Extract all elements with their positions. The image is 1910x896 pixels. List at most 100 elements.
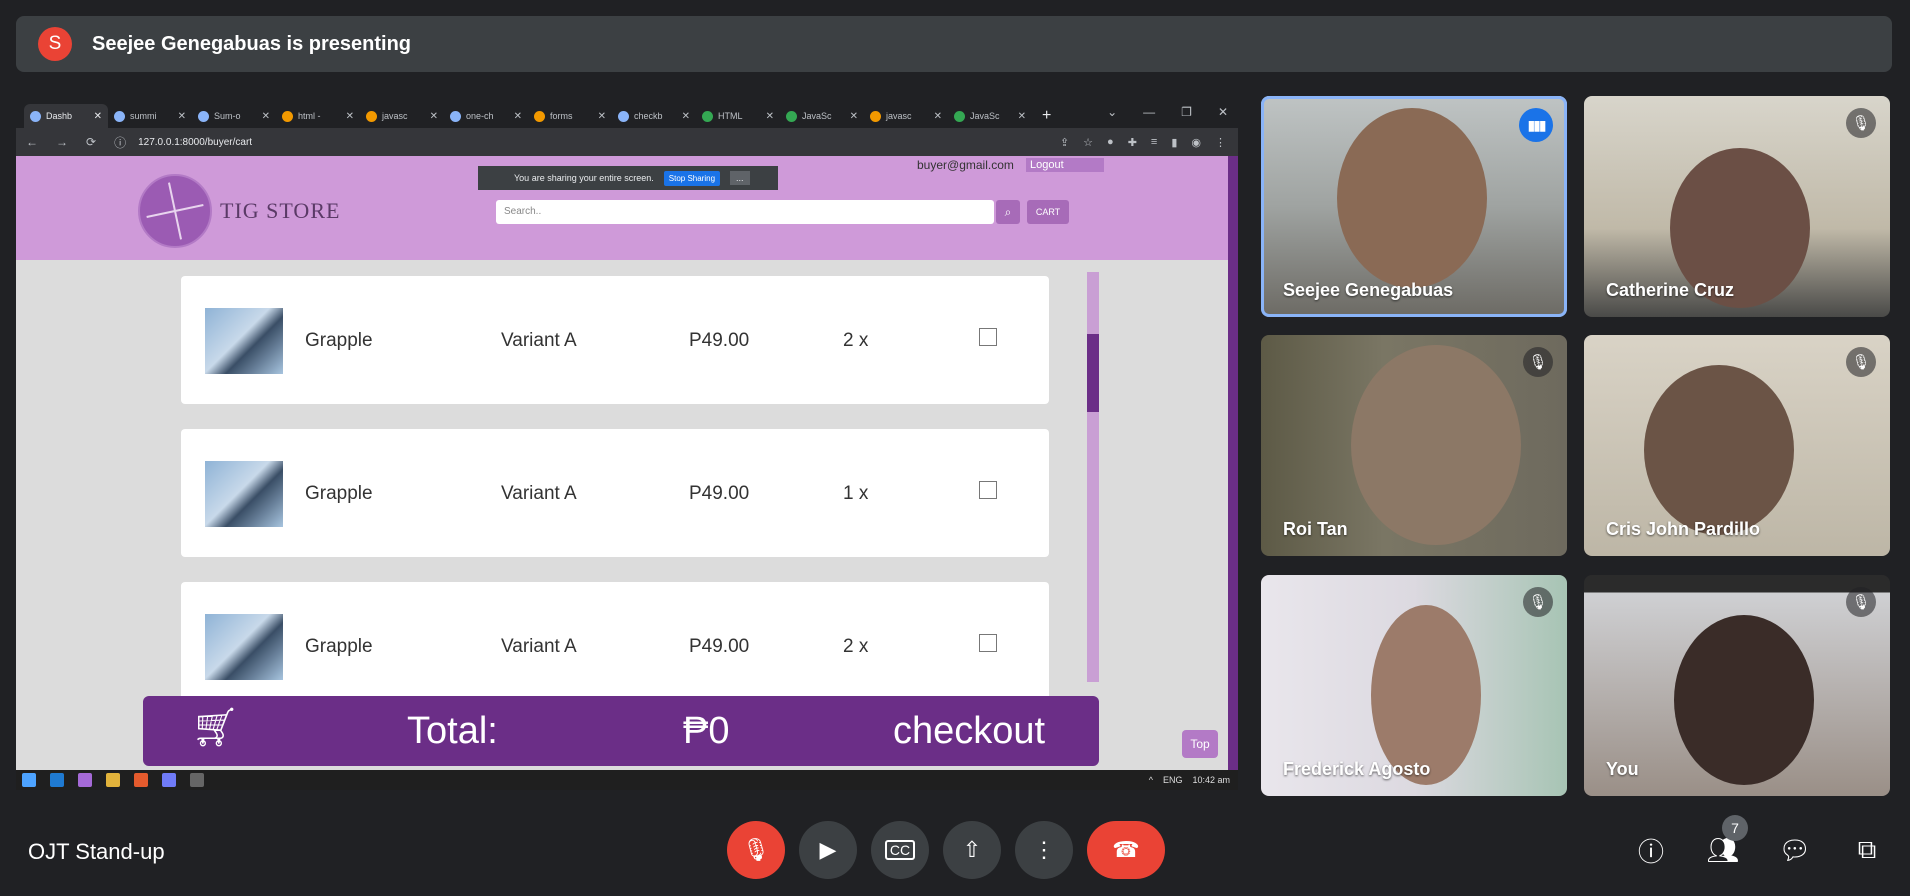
stop-sharing-button[interactable]: Stop Sharing [663, 170, 721, 186]
product-image [205, 308, 283, 374]
discord-icon[interactable] [162, 773, 176, 787]
participant-video [1674, 615, 1814, 785]
back-icon[interactable]: ← [26, 135, 38, 149]
forward-icon[interactable]: → [56, 135, 68, 149]
participant-tile[interactable]: 🎙︎ You [1584, 575, 1890, 796]
activities-button[interactable]: ⧉ [1848, 831, 1886, 869]
browser-tab[interactable]: summi ✕ [108, 104, 192, 128]
checkout-button[interactable]: checkout [893, 710, 1045, 753]
extension-icon[interactable]: ● [1107, 136, 1114, 149]
present-button[interactable]: ⇧ [943, 821, 1001, 879]
close-tab-icon[interactable]: ✕ [94, 111, 102, 122]
browser-tab[interactable]: JavaSc ✕ [948, 104, 1032, 128]
close-tab-icon[interactable]: ✕ [934, 111, 942, 122]
product-image [205, 614, 283, 680]
close-tab-icon[interactable]: ✕ [178, 111, 186, 122]
back-to-top-button[interactable]: Top [1182, 730, 1218, 758]
close-window-icon[interactable]: ✕ [1218, 105, 1228, 119]
chrome-icon[interactable] [106, 773, 120, 787]
shared-screen: Dashb ✕ summi ✕ Sum-o ✕ html - ✕ javasc ✕ one… [16, 100, 1238, 790]
search-icon[interactable]: ⌕ [996, 200, 1020, 224]
app-icon[interactable] [78, 773, 92, 787]
presenter-avatar: S [38, 27, 72, 61]
tab-search-icon[interactable]: ⌄ [1107, 105, 1117, 119]
product-qty: 2 x [843, 330, 869, 351]
activities-icon: ⧉ [1857, 834, 1877, 864]
close-tab-icon[interactable]: ✕ [346, 111, 354, 122]
leave-call-button[interactable]: ☎︎ [1087, 821, 1165, 879]
vscode-icon[interactable] [50, 773, 64, 787]
close-tab-icon[interactable]: ✕ [514, 111, 522, 122]
browser-tab[interactable]: Sum-o ✕ [192, 104, 276, 128]
cart-scrollbar[interactable] [1087, 272, 1099, 682]
close-tab-icon[interactable]: ✕ [598, 111, 606, 122]
participant-name: Frederick Agosto [1283, 759, 1431, 779]
camera-toggle-button[interactable]: ▶ [799, 821, 857, 879]
participant-video [1337, 108, 1487, 288]
menu-kebab-icon[interactable]: ⋮ [1215, 136, 1226, 149]
firefox-icon[interactable] [134, 773, 148, 787]
hide-notice-button[interactable]: ... [730, 171, 750, 185]
captions-button[interactable]: CC [871, 821, 929, 879]
sidepanel-icon[interactable]: ▮ [1171, 136, 1177, 149]
mic-muted-icon: 🎙︎ [1846, 587, 1876, 617]
favicon-icon [450, 110, 461, 122]
browser-tab[interactable]: javasc ✕ [864, 104, 948, 128]
close-tab-icon[interactable]: ✕ [682, 111, 690, 122]
browser-toolbar: ← → ⟳ ⓘ 127.0.0.1:8000/buyer/cart ⇪ ☆ ● … [16, 128, 1238, 156]
browser-tab[interactable]: javasc ✕ [360, 104, 444, 128]
browser-tab[interactable]: HTML ✕ [696, 104, 780, 128]
browser-tab[interactable]: forms ✕ [528, 104, 612, 128]
browser-tab[interactable]: JavaSc ✕ [780, 104, 864, 128]
favicon-icon [366, 110, 377, 122]
browser-tab[interactable]: html - ✕ [276, 104, 360, 128]
clock[interactable]: 10:42 am [1192, 775, 1230, 785]
logout-button[interactable]: Logout [1026, 158, 1104, 172]
close-tab-icon[interactable]: ✕ [262, 111, 270, 122]
participant-tile[interactable]: 🎙︎ Frederick Agosto [1261, 575, 1567, 796]
browser-tab[interactable]: checkb ✕ [612, 104, 696, 128]
share-icon[interactable]: ⇪ [1060, 136, 1069, 149]
site-info-icon[interactable]: ⓘ [114, 134, 126, 151]
page-scrollbar[interactable] [1228, 156, 1238, 770]
cart-button[interactable]: CART [1027, 200, 1069, 224]
cart-scroll-thumb[interactable] [1087, 334, 1099, 412]
mic-toggle-button[interactable]: 🎙︎ [727, 821, 785, 879]
people-button[interactable]: 👥︎ 7 [1704, 815, 1748, 869]
browser-tab[interactable]: Dashb ✕ [24, 104, 108, 128]
store-logo[interactable] [138, 174, 212, 248]
bookmark-star-icon[interactable]: ☆ [1083, 136, 1093, 149]
maximize-icon[interactable]: ❐ [1181, 105, 1192, 119]
participant-tile[interactable]: ▮▮▮ Seejee Genegabuas [1261, 96, 1567, 317]
minimize-icon[interactable]: — [1143, 105, 1155, 119]
browser-tab[interactable]: one-ch ✕ [444, 104, 528, 128]
select-item-checkbox[interactable] [979, 328, 997, 346]
participant-tile[interactable]: 🎙︎ Roi Tan [1261, 335, 1567, 556]
more-options-button[interactable]: ⋮ [1015, 821, 1073, 879]
terminal-icon[interactable] [190, 773, 204, 787]
media-icon[interactable]: ≡ [1151, 136, 1157, 149]
participant-tile[interactable]: 🎙︎ Catherine Cruz [1584, 96, 1890, 317]
tray-chevron-icon[interactable]: ^ [1149, 775, 1153, 785]
windows-start-icon[interactable] [22, 773, 36, 787]
close-tab-icon[interactable]: ✕ [850, 111, 858, 122]
chat-button[interactable]: 💬︎ [1776, 831, 1814, 869]
select-item-checkbox[interactable] [979, 481, 997, 499]
total-label: Total: [407, 710, 498, 752]
select-item-checkbox[interactable] [979, 634, 997, 652]
favicon-icon [198, 110, 209, 122]
reload-icon[interactable]: ⟳ [86, 135, 96, 149]
meeting-details-button[interactable]: ⓘ [1632, 831, 1670, 869]
address-bar[interactable]: ⓘ 127.0.0.1:8000/buyer/cart [114, 134, 252, 151]
new-tab-button[interactable]: + [1032, 107, 1061, 128]
more-vert-icon: ⋮ [1033, 837, 1055, 862]
mic-muted-icon: 🎙︎ [1523, 347, 1553, 377]
profile-icon[interactable]: ◉ [1191, 136, 1201, 149]
close-tab-icon[interactable]: ✕ [1018, 111, 1026, 122]
participant-tile[interactable]: 🎙︎ Cris John Pardillo [1584, 335, 1890, 556]
puzzle-icon[interactable]: ✚ [1128, 136, 1137, 149]
close-tab-icon[interactable]: ✕ [766, 111, 774, 122]
language-indicator[interactable]: ENG [1163, 775, 1183, 785]
store-search-input[interactable]: Search.. [496, 200, 994, 224]
close-tab-icon[interactable]: ✕ [430, 111, 438, 122]
